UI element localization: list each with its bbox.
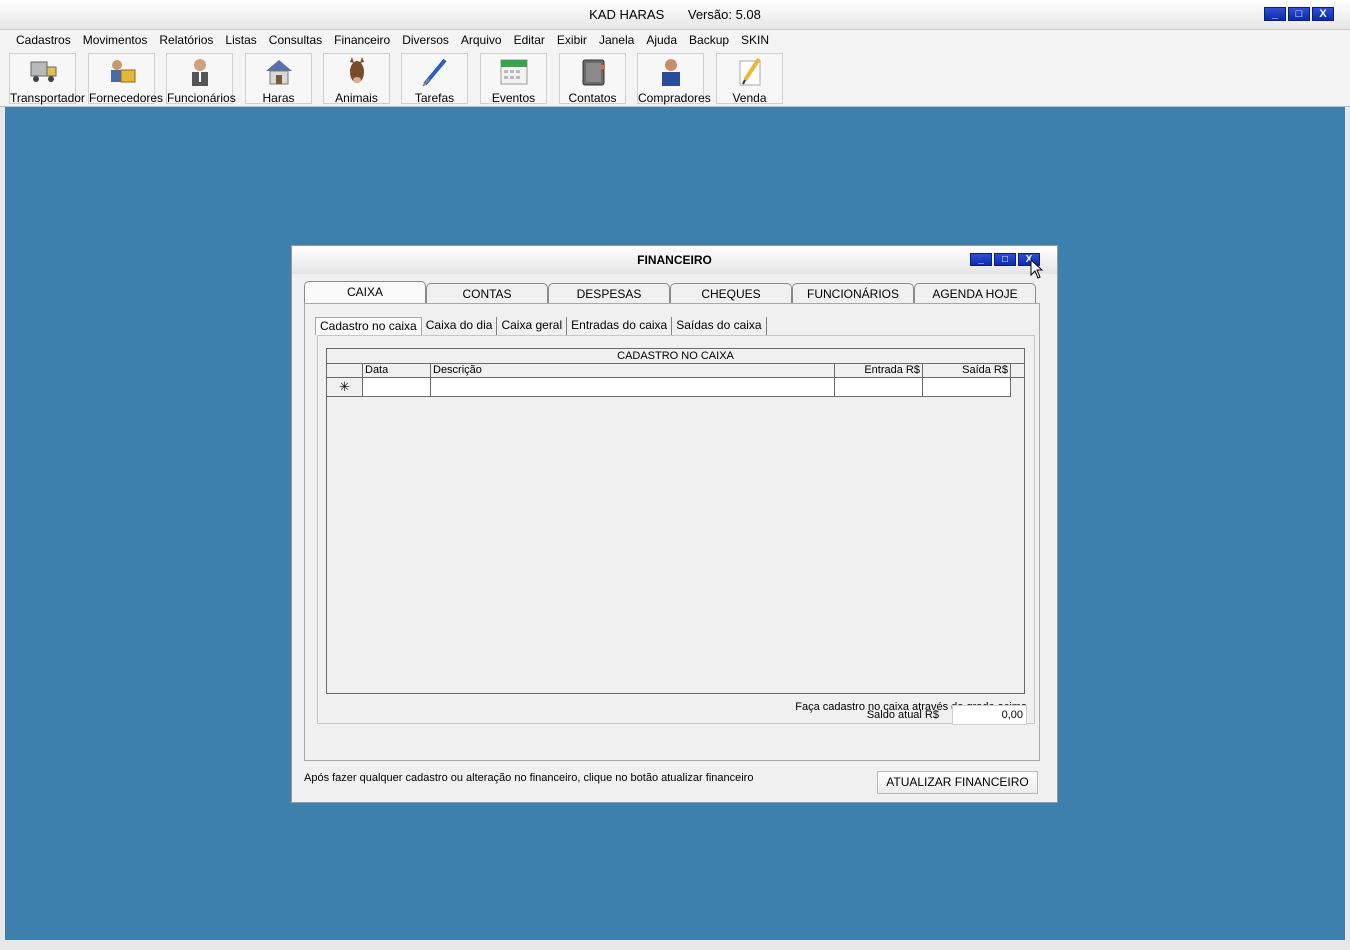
saldo-field[interactable]: 0,00 (952, 705, 1027, 725)
main-tabs: CAIXA CONTAS DESPESAS CHEQUES FUNCIONÁRI… (304, 281, 1036, 304)
footer-message: Após fazer qualquer cadastro ou alteraçã… (304, 772, 754, 784)
column-data[interactable]: Data (363, 364, 431, 377)
dialog-titlebar[interactable]: FINANCEIRO _ □ X (292, 246, 1057, 274)
toolbar-haras-button[interactable]: Haras (245, 53, 312, 105)
close-button[interactable]: X (1312, 7, 1334, 21)
maximize-button[interactable]: □ (1288, 7, 1310, 21)
toolbar-fornecedores-button[interactable]: Fornecedores (88, 53, 164, 105)
house-icon (263, 56, 295, 88)
app-version: Versão: 5.08 (687, 7, 761, 22)
employee-icon (184, 56, 216, 88)
suppliers-icon (106, 56, 138, 88)
tab-cheques[interactable]: CHEQUES (670, 283, 792, 304)
new-row-marker: ✳ (327, 378, 363, 397)
right-frame (1345, 107, 1350, 950)
toolbar-contatos-button[interactable]: Contatos (559, 53, 626, 105)
dialog-title: FINANCEIRO (637, 253, 712, 267)
column-entrada[interactable]: Entrada R$ (835, 364, 923, 377)
toolbar-tarefas-button[interactable]: Tarefas (401, 53, 468, 105)
subtab-cadastro-no-caixa[interactable]: Cadastro no caixa (315, 317, 422, 335)
grid-caption: CADASTRO NO CAIXA (327, 349, 1024, 364)
grid-new-row[interactable]: ✳ (327, 378, 1024, 397)
cell-saida[interactable] (923, 378, 1011, 397)
address-book-icon (577, 56, 609, 88)
sub-tabs: Cadastro no caixa Caixa do dia Caixa ger… (315, 317, 767, 335)
app-name: KAD HARAS (589, 7, 665, 22)
minimize-button[interactable]: _ (1264, 7, 1286, 21)
toolbar-animais-button[interactable]: Animais (323, 53, 390, 105)
toolbar-label: Tarefas (414, 91, 455, 105)
menubar: Cadastros Movimentos Relatórios Listas C… (0, 30, 1350, 50)
menu-skin[interactable]: SKIN (735, 33, 775, 47)
column-descricao[interactable]: Descrição (431, 364, 835, 377)
dialog-maximize-button[interactable]: □ (994, 253, 1016, 266)
menu-janela[interactable]: Janela (593, 33, 640, 47)
toolbar-compradores-button[interactable]: Compradores (637, 53, 711, 105)
toolbar-label: Haras (262, 91, 295, 105)
app-titlebar: KAD HARAS Versão: 5.08 _ □ X (0, 0, 1350, 30)
tab-funcionarios[interactable]: FUNCIONÁRIOS (792, 283, 914, 304)
horse-icon (341, 56, 373, 88)
menu-financeiro[interactable]: Financeiro (328, 33, 396, 47)
tab-contas[interactable]: CONTAS (426, 283, 548, 304)
grid-row-header-col (327, 364, 363, 377)
truck-icon (27, 56, 59, 88)
pencil-note-icon (734, 56, 766, 88)
menu-cadastros[interactable]: Cadastros (10, 33, 77, 47)
menu-movimentos[interactable]: Movimentos (77, 33, 154, 47)
toolbar-label: Fornecedores (89, 91, 164, 105)
subtab-caixa-do-dia[interactable]: Caixa do dia (422, 317, 498, 335)
subtab-saidas-do-caixa[interactable]: Saídas do caixa (672, 317, 767, 335)
buyer-icon (655, 56, 687, 88)
tab-despesas[interactable]: DESPESAS (548, 283, 670, 304)
app-title: KAD HARAS Versão: 5.08 (0, 7, 1350, 22)
cell-data[interactable] (363, 378, 431, 397)
menu-editar[interactable]: Editar (508, 33, 551, 47)
cell-entrada[interactable] (835, 378, 923, 397)
left-frame (0, 107, 5, 950)
dialog-minimize-button[interactable]: _ (970, 253, 992, 266)
menu-ajuda[interactable]: Ajuda (640, 33, 683, 47)
cell-descricao[interactable] (431, 378, 835, 397)
subtab-caixa-geral[interactable]: Caixa geral (497, 317, 568, 335)
menu-listas[interactable]: Listas (219, 33, 262, 47)
toolbar-label: Contatos (568, 91, 617, 105)
tab-agenda-hoje[interactable]: AGENDA HOJE (914, 283, 1036, 304)
bottom-frame (0, 940, 1350, 950)
toolbar-label: Funcionários (167, 91, 236, 105)
menu-diversos[interactable]: Diversos (396, 33, 455, 47)
financeiro-dialog: FINANCEIRO _ □ X CAIXA CONTAS DESPESAS C… (291, 245, 1058, 803)
saldo-label: Saldo atual R$ (866, 709, 939, 721)
toolbar-eventos-button[interactable]: Eventos (480, 53, 547, 105)
screwdriver-icon (419, 56, 451, 88)
column-saida[interactable]: Saída R$ (923, 364, 1011, 377)
toolbar-transportador-button[interactable]: Transportador (9, 53, 85, 105)
toolbar-label: Animais (335, 91, 378, 105)
atualizar-financeiro-button[interactable]: ATUALIZAR FINANCEIRO (877, 771, 1038, 794)
menu-backup[interactable]: Backup (683, 33, 735, 47)
toolbar-venda-button[interactable]: Venda (716, 53, 783, 105)
mouse-cursor-icon (1030, 259, 1044, 279)
menu-exibir[interactable]: Exibir (551, 33, 593, 47)
toolbar-label: Eventos (491, 91, 536, 105)
subtab-entradas-do-caixa[interactable]: Entradas do caixa (567, 317, 673, 335)
menu-relatorios[interactable]: Relatórios (153, 33, 219, 47)
grid-header-row: Data Descrição Entrada R$ Saída R$ (327, 364, 1024, 378)
toolbar-label: Venda (732, 91, 767, 105)
window-controls: _ □ X (1264, 7, 1334, 21)
toolbar-label: Transportador (10, 91, 85, 105)
cadastro-grid[interactable]: CADASTRO NO CAIXA Data Descrição Entrada… (326, 348, 1025, 694)
tab-caixa[interactable]: CAIXA (304, 281, 426, 304)
toolbar-label: Compradores (638, 91, 711, 105)
menu-arquivo[interactable]: Arquivo (455, 33, 508, 47)
cadastro-subpanel: CADASTRO NO CAIXA Data Descrição Entrada… (317, 335, 1035, 724)
menu-consultas[interactable]: Consultas (263, 33, 328, 47)
caixa-tab-panel: Cadastro no caixa Caixa do dia Caixa ger… (304, 303, 1040, 761)
toolbar: Transportador Fornecedores Funcionários … (0, 50, 1350, 107)
toolbar-funcionarios-button[interactable]: Funcionários (166, 53, 236, 105)
calendar-icon (498, 56, 530, 88)
